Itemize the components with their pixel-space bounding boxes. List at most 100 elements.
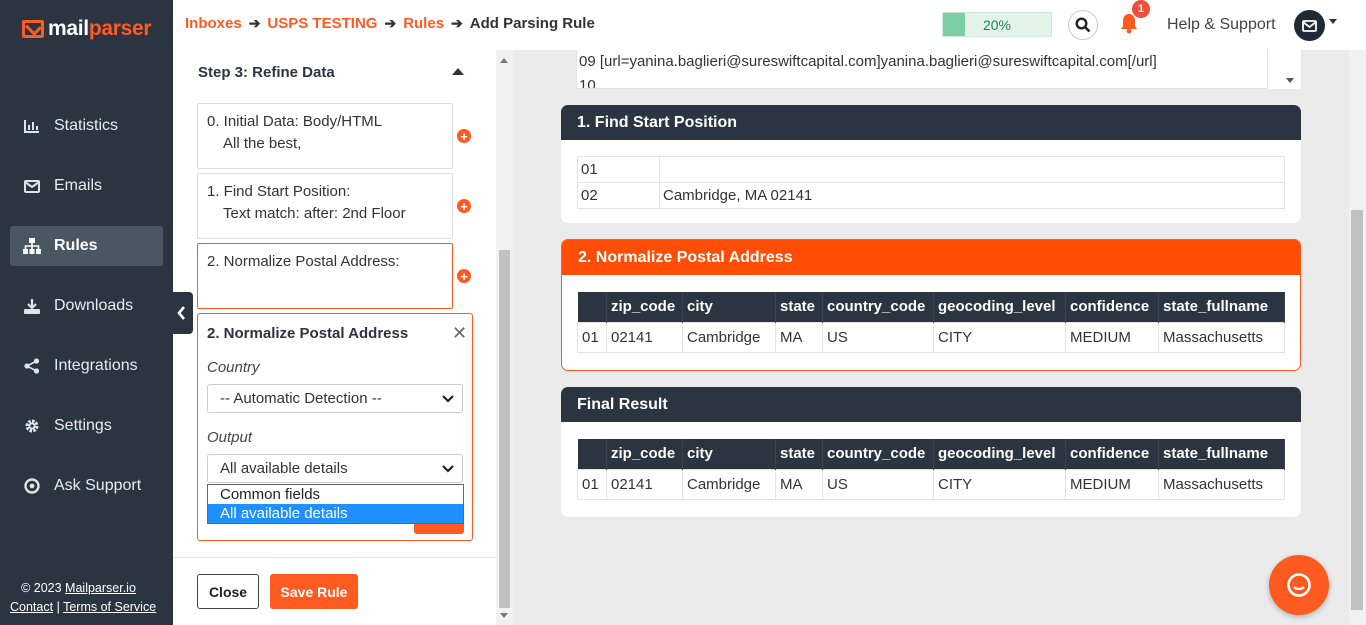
step-item-initial-data[interactable]: 0. Initial Data: Body/HTML All the best, (197, 103, 453, 169)
column-header: zip_code (606, 292, 683, 322)
dropdown-option-common-fields[interactable]: Common fields (208, 485, 463, 504)
help-circle-icon (10, 478, 54, 494)
footer-links: Contact | Terms of Service (10, 600, 156, 614)
card-title: 2. Normalize Postal Address (562, 240, 1300, 275)
logo-text-accent: parser (88, 17, 152, 40)
caret-up-icon[interactable] (452, 68, 464, 75)
find-start-position-card: 1. Find Start Position 01 02 Cambridge, … (561, 105, 1301, 223)
account-avatar[interactable] (1294, 10, 1325, 41)
table-row: 01 02141 Cambridge MA US CITY MEDIUM Mas… (577, 468, 1285, 500)
sidebar-item-downloads[interactable]: Downloads (10, 286, 163, 326)
breadcrumb-current: Add Parsing Rule (469, 15, 595, 32)
breadcrumb: Inboxes ➔ USPS TESTING ➔ Rules ➔ Add Par… (185, 15, 595, 32)
column-header: geocoding_level (933, 439, 1066, 469)
normalize-address-form: 2. Normalize Postal Address ✕ Country --… (197, 313, 473, 541)
sidebar-item-label: Statistics (54, 117, 119, 134)
sidebar-item-emails[interactable]: Emails (10, 166, 163, 206)
line-number: 10 (579, 77, 596, 89)
sidebar-item-rules[interactable]: Rules (10, 226, 163, 266)
row-value (659, 156, 1285, 183)
collapse-sidebar-button[interactable] (170, 292, 193, 334)
country-select-value: -- Automatic Detection -- (220, 390, 382, 407)
sitemap-icon (10, 238, 54, 254)
column-header: zip_code (606, 439, 683, 469)
chevron-down-icon (442, 395, 454, 403)
mailparser-logo[interactable]: mailparser (22, 16, 152, 42)
column-header: country_code (822, 292, 934, 322)
sidebar-item-label: Emails (54, 177, 103, 194)
table-header-row: zip_code city state country_code geocodi… (577, 439, 1285, 469)
column-header-no (577, 439, 607, 469)
breadcrumb-rules[interactable]: Rules (403, 15, 444, 32)
final-result-table: zip_code city state country_code geocodi… (577, 439, 1285, 500)
step-item-normalize-address[interactable]: 2. Normalize Postal Address: (197, 243, 453, 309)
sidebar-item-integrations[interactable]: Integrations (10, 346, 163, 386)
contact-link[interactable]: Contact (10, 600, 53, 614)
page-scrollbar[interactable] (1349, 50, 1366, 625)
table-row: 02 Cambridge, MA 02141 (577, 182, 1285, 209)
step-item-find-start[interactable]: 1. Find Start Position: Text match: afte… (197, 173, 453, 239)
row-number: 01 (577, 156, 660, 183)
cell-zip-code: 02141 (606, 321, 683, 353)
dropdown-option-all-details[interactable]: All available details (208, 504, 463, 523)
sidebar-item-statistics[interactable]: Statistics (10, 106, 163, 146)
close-button[interactable]: Close (197, 574, 259, 609)
scroll-up-arrow[interactable] (500, 58, 508, 63)
column-header: city (682, 439, 776, 469)
scroll-down-arrow[interactable] (500, 613, 508, 618)
preview-scrollbar[interactable] (1268, 50, 1301, 89)
cell-country-code: US (822, 321, 934, 353)
copyright-text: © 2023 (21, 581, 62, 595)
editor-scrollbar[interactable] (496, 50, 513, 625)
column-header: confidence (1065, 292, 1159, 322)
output-select[interactable]: All available details (207, 454, 463, 483)
cell-state-fullname: Massachusetts (1158, 468, 1285, 500)
column-header: state (775, 292, 823, 322)
sidebar-item-label: Rules (54, 237, 98, 254)
sidebar-item-label: Integrations (54, 357, 138, 374)
step-title[interactable]: Step 3: Refine Data (198, 64, 335, 81)
caret-down-icon[interactable] (1329, 19, 1337, 24)
country-select[interactable]: -- Automatic Detection -- (207, 384, 463, 413)
sidebar: mailparser Statistics Emails Rules Downl… (0, 0, 173, 625)
close-icon[interactable]: ✕ (452, 323, 467, 344)
top-bar: Inboxes ➔ USPS TESTING ➔ Rules ➔ Add Par… (173, 0, 1366, 50)
bar-chart-icon (10, 119, 54, 133)
chat-support-button[interactable] (1269, 555, 1329, 615)
sidebar-item-ask-support[interactable]: Ask Support (10, 466, 163, 506)
scrollbar-thumb[interactable] (499, 250, 510, 608)
cell-no: 01 (577, 468, 607, 500)
line-number: 09 (579, 53, 596, 70)
breadcrumb-inbox[interactable]: USPS TESTING (267, 15, 377, 32)
output-dropdown-list: Common fields All available details (207, 484, 464, 524)
card-title: Final Result (561, 387, 1301, 422)
scroll-down-arrow[interactable] (1286, 78, 1294, 83)
help-support-link[interactable]: Help & Support (1167, 16, 1276, 34)
add-step-icon[interactable]: + (457, 199, 471, 213)
sidebar-item-settings[interactable]: Settings (10, 406, 163, 446)
column-header: city (682, 292, 776, 322)
mailparser-link[interactable]: Mailparser.io (65, 581, 136, 595)
cell-city: Cambridge (682, 468, 776, 500)
step-title-text: 2. Normalize Postal Address: (207, 253, 400, 270)
save-rule-button[interactable]: Save Rule (270, 574, 358, 609)
envelope-icon (10, 179, 54, 193)
copyright: © 2023 Mailparser.io (0, 581, 157, 595)
add-step-icon[interactable]: + (457, 129, 471, 143)
breadcrumb-inboxes[interactable]: Inboxes (185, 15, 242, 32)
cell-state-fullname: Massachusetts (1158, 321, 1285, 353)
cell-no: 01 (577, 321, 607, 353)
cell-state: MA (775, 468, 823, 500)
sidebar-item-label: Ask Support (54, 477, 142, 494)
sidebar-item-label: Settings (54, 417, 112, 434)
terms-link[interactable]: Terms of Service (63, 600, 156, 614)
country-label: Country (207, 359, 260, 376)
arrow-right-icon: ➔ (384, 15, 397, 31)
add-step-icon[interactable]: + (457, 269, 471, 283)
scrollbar-thumb[interactable] (1351, 210, 1363, 610)
search-button[interactable] (1068, 10, 1098, 40)
divider (173, 557, 496, 558)
setup-progress-bar[interactable]: 20% (942, 12, 1052, 37)
footer-separator: | (56, 600, 60, 614)
find-start-table: 01 02 Cambridge, MA 02141 (577, 156, 1285, 209)
